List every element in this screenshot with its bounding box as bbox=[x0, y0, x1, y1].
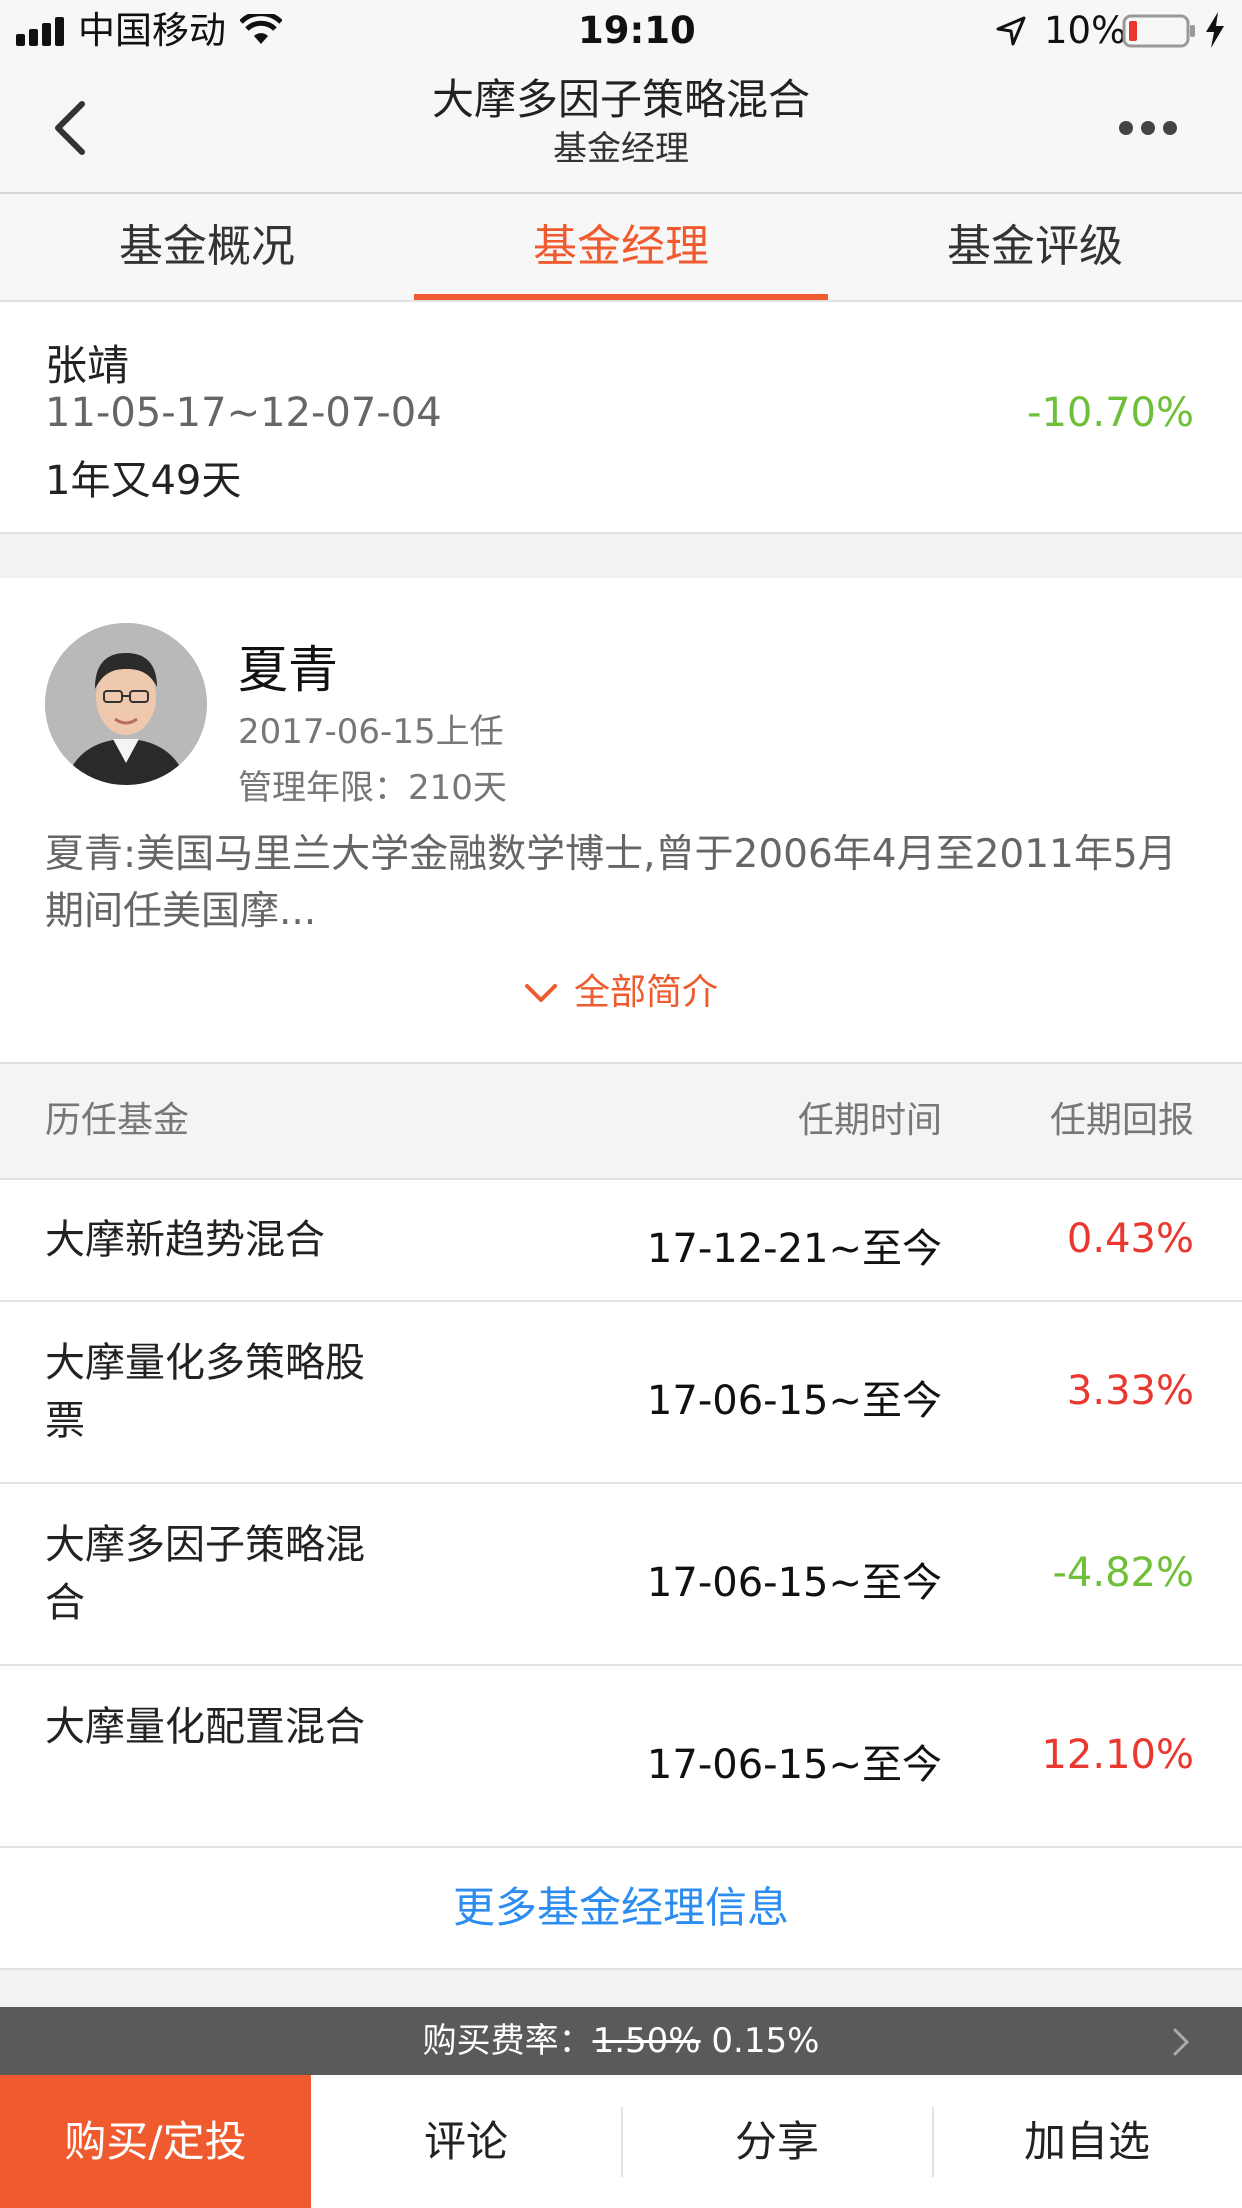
buy-button[interactable]: 购买/定投 bbox=[0, 2075, 311, 2208]
battery-icon bbox=[1122, 14, 1195, 48]
signal-icon bbox=[16, 17, 64, 46]
previous-manager-card: 张靖 11-05-17~12-07-04 1年又49天 -10.70% bbox=[0, 302, 1242, 534]
carrier-label: 中国移动 bbox=[78, 9, 226, 52]
manager-tenure: 管理年限：210天 bbox=[238, 768, 507, 808]
fee-label: 购买费率： bbox=[422, 2021, 593, 2061]
fund-period: 17-06-15~至今 bbox=[646, 1560, 942, 1606]
manager-name: 夏青 bbox=[238, 641, 338, 699]
purchase-fee-bar[interactable]: 购买费率：1.50% 0.15% bbox=[0, 2007, 1242, 2075]
fee-discounted: 0.15% bbox=[711, 2021, 820, 2061]
add-watchlist-button[interactable]: 加自选 bbox=[932, 2075, 1242, 2208]
tab-bar: 基金概况 基金经理 基金评级 bbox=[0, 194, 1242, 302]
previous-manager-return: -10.70% bbox=[1027, 390, 1194, 436]
table-row[interactable]: 大摩量化配置混合 17-06-15~至今 12.10% bbox=[0, 1666, 1242, 1848]
tab-fund-rating[interactable]: 基金评级 bbox=[828, 194, 1242, 300]
location-arrow-icon bbox=[996, 16, 1026, 46]
manager-start-date: 2017-06-15上任 bbox=[238, 712, 504, 752]
header-fund: 历任基金 bbox=[45, 1100, 190, 1141]
avatar bbox=[45, 623, 207, 785]
expand-bio-label: 全部简介 bbox=[573, 972, 718, 1013]
bottom-action-bar: 购买/定投 评论 分享 加自选 bbox=[0, 2075, 1242, 2208]
fund-name: 大摩新趋势混合 bbox=[45, 1217, 325, 1263]
more-options-icon[interactable] bbox=[1118, 120, 1178, 136]
table-row[interactable]: 大摩新趋势混合 17-12-21~至今 0.43% bbox=[0, 1180, 1242, 1302]
share-button[interactable]: 分享 bbox=[622, 2075, 932, 2208]
current-manager-card: 夏青 2017-06-15上任 管理年限：210天 夏青:美国马里兰大学金融数学… bbox=[0, 578, 1242, 1064]
previous-manager-name: 张靖 bbox=[45, 341, 130, 390]
header-period: 任期时间 bbox=[797, 1100, 942, 1141]
manager-bio: 夏青:美国马里兰大学金融数学博士,曾于2006年4月至2011年5月期间任美国摩… bbox=[45, 832, 1177, 934]
table-row[interactable]: 大摩量化多策略股票 17-06-15~至今 3.33% bbox=[0, 1302, 1242, 1484]
fund-return: 0.43% bbox=[1066, 1216, 1194, 1262]
expand-bio-button[interactable]: 全部简介 bbox=[0, 963, 1242, 1015]
status-bar: 中国移动 19:10 10% bbox=[0, 0, 1242, 62]
more-manager-info-link[interactable]: 更多基金经理信息 bbox=[0, 1848, 1242, 1970]
page-title: 大摩多因子策略混合 bbox=[431, 75, 810, 124]
page-subtitle: 基金经理 bbox=[553, 129, 689, 169]
fund-return: 12.10% bbox=[1041, 1732, 1194, 1778]
active-tab-indicator bbox=[414, 294, 828, 300]
fund-return: 3.33% bbox=[1066, 1368, 1194, 1414]
tab-fund-overview[interactable]: 基金概况 bbox=[0, 194, 414, 300]
chevron-right-icon bbox=[1173, 2028, 1190, 2056]
table-header: 历任基金 任期时间 任期回报 bbox=[0, 1064, 1242, 1180]
header-return: 任期回报 bbox=[1049, 1100, 1194, 1141]
fund-period: 17-06-15~至今 bbox=[646, 1742, 942, 1788]
table-row[interactable]: 大摩多因子策略混合 17-06-15~至今 -4.82% bbox=[0, 1484, 1242, 1666]
battery-percent: 10% bbox=[1044, 9, 1127, 52]
clock: 19:10 bbox=[578, 9, 696, 52]
charging-icon bbox=[1206, 12, 1224, 48]
comment-button[interactable]: 评论 bbox=[311, 2075, 621, 2208]
chevron-down-icon bbox=[524, 984, 557, 1002]
wifi-icon bbox=[240, 14, 282, 44]
fund-name: 大摩多因子策略混合 bbox=[45, 1522, 365, 1626]
more-manager-info-label: 更多基金经理信息 bbox=[452, 1883, 789, 1932]
nav-bar: 大摩多因子策略混合 基金经理 bbox=[0, 62, 1242, 194]
previous-manager-duration: 1年又49天 bbox=[45, 458, 242, 504]
fund-name: 大摩量化配置混合 bbox=[45, 1704, 365, 1750]
fund-name: 大摩量化多策略股票 bbox=[45, 1340, 365, 1444]
previous-manager-period: 11-05-17~12-07-04 bbox=[45, 390, 442, 436]
fund-period: 17-06-15~至今 bbox=[646, 1378, 942, 1424]
fee-original: 1.50% bbox=[592, 2021, 701, 2061]
fund-return: -4.82% bbox=[1052, 1550, 1194, 1596]
fund-period: 17-12-21~至今 bbox=[646, 1226, 942, 1272]
tab-fund-manager[interactable]: 基金经理 bbox=[414, 194, 828, 300]
